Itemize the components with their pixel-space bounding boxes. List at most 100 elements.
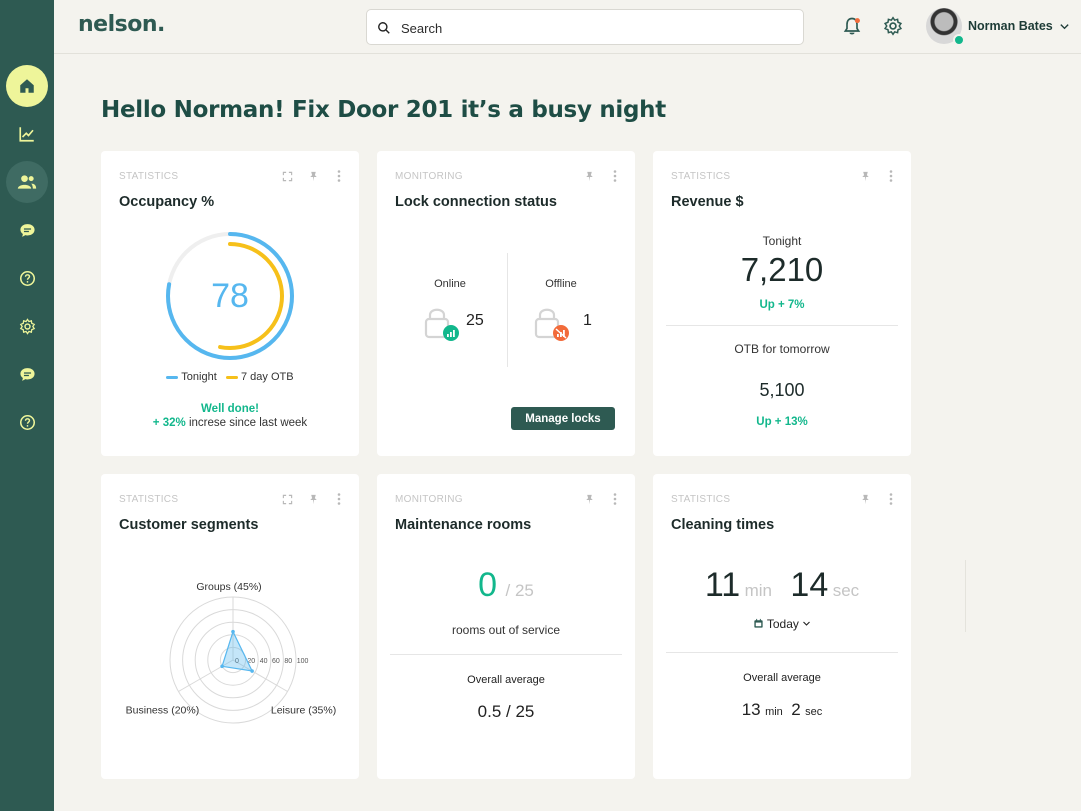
more-options-button[interactable] [333,170,345,182]
occupancy-change-text: increse since last week [188,417,308,429]
pin-button[interactable] [859,493,871,505]
pin-button[interactable] [307,170,319,182]
card-title: Cleaning times [671,517,775,533]
revenue-tonight-label: Tonight [762,234,802,248]
search-box[interactable] [366,9,804,45]
search-input[interactable] [401,18,791,38]
sidebar-item-support[interactable] [6,401,48,443]
divider [666,325,898,326]
legend-otb: 7 day OTB [241,371,294,383]
period-dropdown[interactable]: Today [653,617,911,631]
pin-button[interactable] [307,493,319,505]
settings-button[interactable] [883,16,903,41]
sidebar-item-analytics[interactable] [6,113,48,155]
pin-button[interactable] [583,170,595,182]
more-options-button[interactable] [885,170,897,182]
offline-count: 1 [583,312,592,329]
revenue-otb-change: Up + 13% [756,416,808,428]
occupancy-card: STATISTICS Occupancy % 78 Tonight 7 day … [101,151,359,456]
expand-button[interactable] [281,493,293,505]
radar-point [250,669,254,673]
home-icon [20,79,34,93]
cleaning-average-value: 13 min 2 sec [653,700,911,720]
logo: nelson. [78,12,165,37]
radar-tick-label: 100 [297,658,309,665]
sidebar-item-settings[interactable] [6,305,48,347]
period-label: Today [766,617,799,631]
cleaning-minutes-unit: min [744,581,772,600]
cleaning-seconds-unit: sec [832,581,860,600]
sidebar-item-chat[interactable] [6,353,48,395]
cleaning-seconds: 14 [790,566,829,604]
legend-swatch-otb [225,375,238,379]
sidebar-item-messages[interactable] [6,209,48,251]
card-title: Revenue $ [671,194,744,210]
gear-icon [883,16,903,36]
radar-category-label: Leisure (35%) [271,705,336,717]
radar-series-area [221,630,254,672]
gauge-legend: Tonight 7 day OTB [101,371,359,383]
radar-tick-label: 40 [260,658,268,665]
occupancy-gauge: 78 [166,232,294,360]
maintenance-total: / 25 [505,581,534,600]
user-name[interactable]: Norman Bates [968,19,1053,33]
pin-button[interactable] [583,493,595,505]
radar-category-label: Business (20%) [126,705,200,717]
radar-tick-label: 80 [284,658,292,665]
cleaning-average-seconds: 2 [791,700,801,719]
revenue-otb-value: 5,100 [759,380,805,400]
more-vertical-icon [889,493,893,505]
search-icon [378,22,390,34]
occupancy-change: + 32% [152,417,186,429]
card-title: Occupancy % [119,194,215,210]
sidebar-item-home[interactable] [6,65,48,107]
chevron-down-icon[interactable] [1059,21,1070,32]
lock-offline-icon [534,308,569,341]
maintenance-caption: rooms out of service [451,623,561,637]
online-label: Online [434,278,466,290]
revenue-tonight-change: Up + 7% [759,299,805,311]
cleaning-average-minutes: 13 [741,700,761,719]
cleaning-average-label: Overall average [743,672,821,684]
expand-button[interactable] [281,170,293,182]
card-kicker: STATISTICS [671,171,731,182]
more-options-button[interactable] [609,170,621,182]
radar-point [231,629,235,634]
more-vertical-icon [337,493,341,505]
notifications-button[interactable] [842,16,862,41]
chart-icon [19,127,34,142]
maintenance-average-label: Overall average [467,674,545,686]
more-options-button[interactable] [333,493,345,505]
manage-locks-button[interactable]: Manage locks [511,407,615,430]
sidebar-item-help[interactable] [6,257,48,299]
radar-category-label: Groups (45%) [196,581,261,593]
card-kicker: MONITORING [395,171,463,182]
legend-swatch-tonight [166,375,179,379]
more-options-button[interactable] [885,493,897,505]
online-status-dot [953,34,965,46]
divider [507,253,508,367]
segments-radar-chart: 020406080100Groups (45%)Leisure (35%)Bus… [126,581,336,724]
lock-online-icon [424,308,459,341]
sidebar-item-guests[interactable] [6,161,48,203]
maintenance-card: MONITORING Maintenance rooms 0 / 25 room… [377,474,635,779]
card-kicker: STATISTICS [119,171,179,182]
online-count: 25 [466,312,484,329]
lock-status-card: MONITORING Lock connection status Online… [377,151,635,456]
bell-icon [843,17,861,35]
pin-icon [585,171,593,181]
maintenance-average-value: 0.5 / 25 [477,702,535,721]
calendar-icon [754,618,763,628]
gear-icon [19,317,35,335]
help-icon [19,270,35,286]
page-title: Hello Norman! Fix Door 201 it’s a busy n… [101,97,666,123]
more-options-button[interactable] [609,493,621,505]
pin-icon [861,494,869,504]
avatar[interactable] [926,8,965,46]
more-vertical-icon [337,170,341,182]
pin-button[interactable] [859,170,871,182]
revenue-otb-label: OTB for tomorrow [734,342,830,356]
card-kicker: MONITORING [395,494,463,505]
pin-icon [309,171,317,181]
offline-label: Offline [545,278,577,290]
